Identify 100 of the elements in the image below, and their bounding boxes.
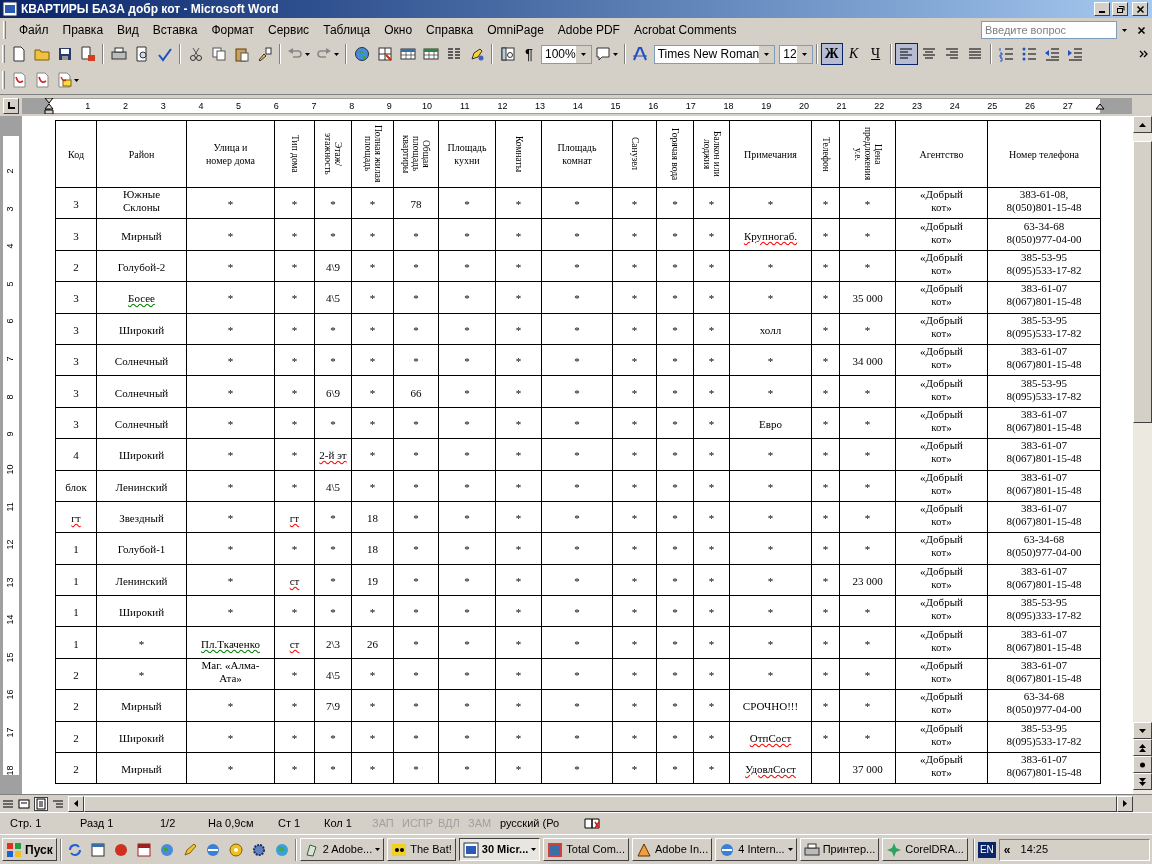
taskbar-button[interactable]: 30 Micr... [458, 838, 541, 861]
close-icon[interactable] [1137, 25, 1146, 35]
dropdown-arrow-icon[interactable] [764, 51, 770, 57]
taskbar-button[interactable]: 4 Intern... [715, 838, 797, 861]
pencil-icon[interactable] [181, 841, 198, 858]
dropdown-arrow-icon[interactable] [787, 847, 793, 852]
right-arrow-icon[interactable] [1123, 800, 1127, 807]
help-search-field[interactable]: Введите вопрос [981, 21, 1117, 39]
document-map-icon [499, 46, 516, 62]
start-button[interactable]: Пуск [2, 838, 57, 861]
menu-item[interactable]: Правка [55, 21, 111, 39]
table-cell: * [630, 574, 639, 588]
table-cell: * [573, 386, 581, 400]
dropdown-arrow-icon[interactable] [580, 51, 586, 57]
up-arrow-icon[interactable] [1139, 122, 1146, 127]
formatting-marks-button[interactable]: ¶ [519, 43, 539, 65]
table-cell: * [412, 606, 420, 620]
menu-item[interactable]: Сервис [261, 21, 317, 39]
dropdown-arrow-icon[interactable] [375, 847, 381, 852]
disc-icon[interactable] [227, 841, 244, 858]
normal-view-icon[interactable] [2, 797, 14, 810]
tray-expand-button[interactable]: « [1003, 840, 1011, 859]
table-cell-text: 383-61-07 8(067)801-15-48 [1005, 439, 1083, 466]
menu-item[interactable]: Формат [204, 21, 262, 39]
table-cell: * [630, 229, 639, 243]
pdf-comment-icon[interactable] [56, 72, 72, 88]
refresh-icon[interactable] [66, 841, 83, 858]
table-cell: * [821, 355, 830, 369]
ruler-number: 4 [197, 99, 205, 112]
ball-icon[interactable] [112, 841, 129, 858]
align-left-button[interactable] [894, 43, 918, 65]
caret-icon[interactable] [334, 51, 339, 57]
gear-icon[interactable] [250, 841, 267, 858]
table-cell: * [226, 292, 235, 306]
restore-button[interactable] [1112, 2, 1128, 16]
menu-item[interactable]: Вид [110, 21, 146, 39]
taskbar-button[interactable]: CorelDRA... [882, 838, 968, 861]
menu-item[interactable]: Adobe PDF [550, 21, 627, 39]
table-cell: * [671, 574, 679, 588]
ruler-number: 17 [4, 726, 17, 738]
table-cell-text: «Добрый кот» [919, 282, 964, 309]
vertical-scrollbar[interactable] [1133, 116, 1152, 794]
tab-selector[interactable] [3, 97, 19, 114]
table-cell: * [671, 229, 679, 243]
star-icon [886, 841, 903, 858]
dot-icon[interactable] [1139, 760, 1146, 769]
ruler[interactable]: 1 2 3 4 5 6 7 8 9 10 11 12 13 14 15 16 17 18 19 20 21 22 23 24 25 26 27 [22, 97, 1132, 114]
caret-icon[interactable] [612, 51, 618, 57]
menu-item[interactable]: Окно [377, 21, 420, 39]
font-combo[interactable]: Times New Roman [653, 44, 776, 64]
double-up-arrow-icon[interactable] [1139, 743, 1146, 752]
print-layout-icon[interactable] [35, 797, 47, 810]
chevron-icon[interactable] [1139, 50, 1148, 58]
indent-marker-icon[interactable] [44, 97, 54, 114]
taskbar-button[interactable]: Adobe In... [632, 838, 713, 861]
menu-item[interactable]: Таблица [316, 21, 378, 39]
web-view-icon[interactable] [18, 797, 30, 810]
zoom-combo[interactable]: 100% [541, 44, 592, 64]
dropdown-arrow-icon[interactable] [801, 51, 807, 57]
table-cell-text: 383-61-07 8(067)801-15-48 [1005, 627, 1083, 654]
format-button[interactable]: Ж [820, 43, 843, 65]
restore-icon [1115, 4, 1125, 14]
ruler-number: 5 [235, 99, 243, 112]
table-cell: * [863, 260, 872, 274]
format-button[interactable]: К [842, 43, 865, 65]
taskbar-button[interactable]: Принтер... [799, 838, 880, 861]
down-arrow-icon[interactable] [1139, 728, 1146, 733]
taskbar-button[interactable]: Total Com... [543, 838, 629, 861]
table-cell: * [514, 669, 523, 683]
table-cell-text: 385-53-95 8(095)533-17-82 [1005, 250, 1083, 277]
table-cell: * [329, 574, 337, 588]
language-indicator[interactable]: EN [977, 841, 996, 858]
table-cell: * [766, 480, 775, 494]
book-icon[interactable] [584, 817, 600, 830]
window-icon[interactable] [89, 841, 106, 858]
taskbar-button[interactable]: 2 Adobe... [299, 838, 385, 861]
menu-item[interactable]: Вставка [145, 21, 205, 39]
table-cell: * [671, 386, 679, 400]
taskbar-button[interactable]: The Bat! [387, 838, 456, 861]
scrollbar-thumb[interactable] [1133, 141, 1152, 423]
close-button[interactable] [1132, 2, 1148, 16]
format-button[interactable]: Ч [864, 43, 887, 65]
horizontal-scrollbar-thumb[interactable] [84, 795, 1117, 812]
speech-balloon-icon[interactable] [594, 46, 611, 62]
left-arrow-icon[interactable] [74, 800, 78, 807]
caret-icon[interactable] [74, 77, 79, 83]
outline-view-icon[interactable] [52, 797, 64, 810]
menu-item[interactable]: Файл [12, 21, 56, 39]
vertical-ruler[interactable]: 2 3 4 5 6 7 8 9 10 11 12 13 14 15 16 17 18 [0, 116, 22, 794]
caret-icon[interactable] [305, 51, 310, 57]
dropdown-arrow-icon[interactable] [1121, 27, 1127, 33]
dropdown-arrow-icon[interactable] [531, 847, 537, 852]
minimize-button[interactable] [1094, 2, 1110, 16]
menu-item[interactable]: Acrobat Comments [626, 21, 744, 39]
table-cell: * [630, 292, 639, 306]
font-size-combo[interactable]: 12 [779, 44, 813, 64]
menu-item[interactable]: Справка [419, 21, 481, 39]
calendar-icon[interactable] [135, 841, 152, 858]
menu-item[interactable]: OmniPage [480, 21, 551, 39]
double-down-arrow-icon[interactable] [1139, 777, 1146, 786]
